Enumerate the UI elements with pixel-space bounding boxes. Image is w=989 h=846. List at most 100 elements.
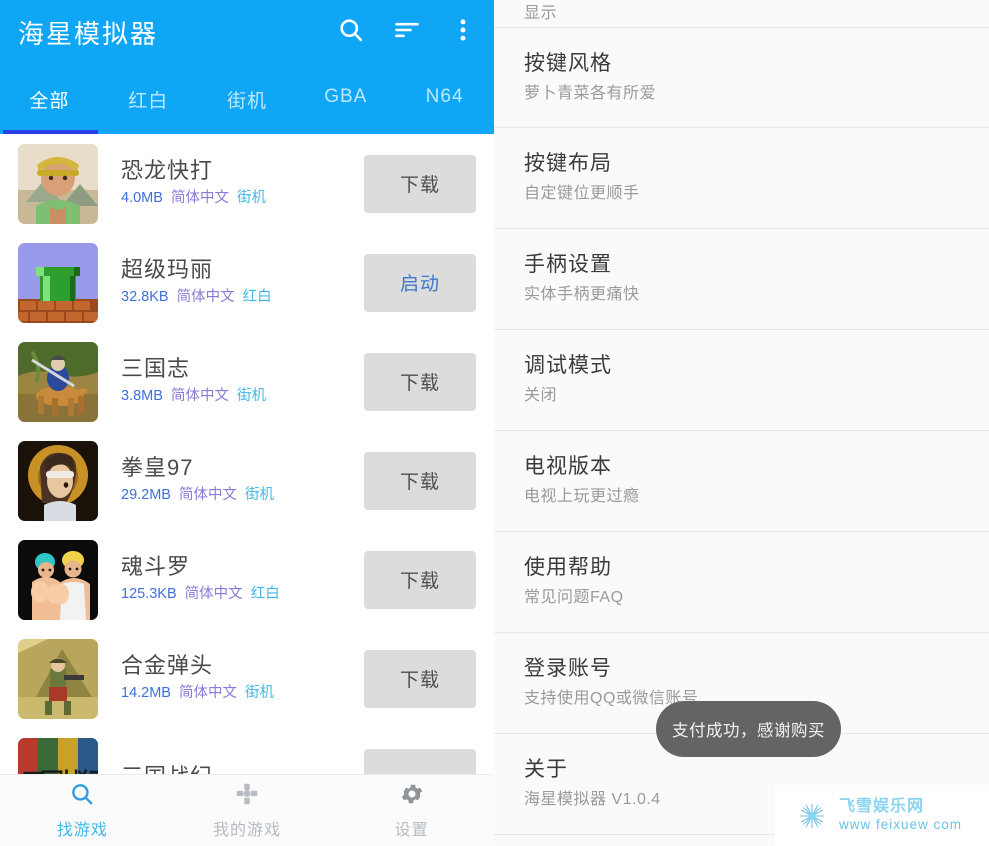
download-button[interactable]: 下载 bbox=[364, 451, 476, 510]
sort-icon[interactable] bbox=[390, 13, 424, 47]
launch-button[interactable]: 启动 bbox=[364, 253, 476, 312]
game-language: 简体中文 bbox=[170, 190, 229, 206]
nav-item-find-games[interactable]: 找游戏 bbox=[0, 775, 165, 846]
tab-all[interactable]: 全部 bbox=[0, 76, 99, 134]
game-platform: 街机 bbox=[245, 685, 275, 701]
game-size: 32.8KB bbox=[121, 289, 169, 305]
list-item[interactable]: 显示 bbox=[494, 0, 989, 28]
tab-arcade[interactable]: 街机 bbox=[198, 76, 297, 134]
table-row[interactable]: 三国志 3.8MB 简体中文 街机 下载 bbox=[0, 332, 494, 431]
game-meta: 125.3KB 简体中文 红白 bbox=[121, 583, 364, 605]
gamepad-icon bbox=[234, 781, 260, 812]
download-button[interactable]: 下载 bbox=[364, 649, 476, 708]
watermark-url: www feixuew com bbox=[839, 817, 963, 833]
setting-subtitle: 自定键位更顺手 bbox=[524, 185, 640, 202]
list-item[interactable]: 电视版本 电视上玩更过瘾 bbox=[494, 431, 989, 532]
game-size: 125.3KB bbox=[121, 586, 177, 602]
watermark-site-name: 飞雪娱乐网 bbox=[839, 798, 925, 816]
page-title: 海星模拟器 bbox=[18, 19, 159, 49]
game-thumbnail-sanguo bbox=[18, 341, 98, 422]
app-bar: 海星模拟器 全部 红白 街机 GBA N64 bbox=[0, 0, 494, 134]
game-language: 简体中文 bbox=[184, 586, 243, 602]
table-row[interactable]: 魂斗罗 125.3KB 简体中文 红白 下载 bbox=[0, 530, 494, 629]
list-item[interactable]: 按键风格 萝卜青菜各有所爱 bbox=[494, 28, 989, 128]
game-language: 简体中文 bbox=[170, 388, 229, 404]
setting-subtitle: 萝卜青菜各有所爱 bbox=[524, 84, 657, 102]
game-platform: 街机 bbox=[245, 487, 275, 503]
game-info: 恐龙快打 4.0MB 简体中文 街机 bbox=[98, 156, 364, 211]
setting-subtitle: 常见问题FAQ bbox=[524, 589, 624, 606]
download-button[interactable]: 下载 bbox=[364, 550, 476, 609]
nav-item-settings[interactable]: 设置 bbox=[329, 775, 494, 846]
game-meta: 3.8MB 简体中文 街机 bbox=[121, 385, 364, 407]
game-thumbnail-dino bbox=[18, 143, 98, 224]
game-info: 三国志 3.8MB 简体中文 街机 bbox=[98, 354, 364, 409]
nav-item-my-games[interactable]: 我的游戏 bbox=[165, 775, 330, 846]
game-platform: 街机 bbox=[236, 388, 266, 404]
game-size: 14.2MB bbox=[121, 685, 171, 701]
app-bar-actions bbox=[334, 13, 480, 47]
setting-title: 电视版本 bbox=[524, 455, 612, 478]
overflow-menu-icon[interactable] bbox=[446, 13, 480, 47]
game-language: 简体中文 bbox=[179, 685, 238, 701]
game-size: 29.2MB bbox=[121, 487, 171, 503]
setting-title: 登录账号 bbox=[524, 657, 612, 680]
game-title: 三国志 bbox=[121, 356, 191, 381]
setting-title: 按键风格 bbox=[524, 51, 612, 75]
setting-title: 调试模式 bbox=[524, 354, 612, 377]
setting-subtitle: 实体手柄更痛快 bbox=[524, 286, 640, 303]
list-item[interactable]: 使用帮助 常见问题FAQ bbox=[494, 532, 989, 633]
search-icon[interactable] bbox=[334, 13, 368, 47]
snowflake-logo-icon bbox=[789, 795, 831, 837]
tab-gba[interactable]: GBA bbox=[296, 76, 395, 134]
table-row[interactable]: 超级玛丽 32.8KB 简体中文 红白 启动 bbox=[0, 233, 494, 332]
game-browser-panel: 海星模拟器 全部 红白 街机 GBA N64 恐龙快打 4.0MB 简体中文 街… bbox=[0, 0, 494, 846]
game-language: 简体中文 bbox=[176, 289, 235, 305]
game-title: 拳皇97 bbox=[121, 455, 194, 480]
bottom-navigation: 找游戏 我的游戏 设置 bbox=[0, 774, 494, 846]
game-platform: 街机 bbox=[236, 190, 266, 206]
setting-subtitle: 显示 bbox=[524, 5, 558, 22]
nav-label: 找游戏 bbox=[56, 822, 108, 839]
setting-title: 使用帮助 bbox=[524, 556, 612, 579]
nav-label: 设置 bbox=[394, 822, 429, 839]
table-row[interactable]: 合金弹头 14.2MB 简体中文 街机 下载 bbox=[0, 629, 494, 728]
table-row[interactable]: 恐龙快打 4.0MB 简体中文 街机 下载 bbox=[0, 134, 494, 233]
game-thumbnail-kof bbox=[18, 440, 98, 521]
game-info: 合金弹头 14.2MB 简体中文 街机 bbox=[98, 651, 364, 706]
tab-fc[interactable]: 红白 bbox=[99, 76, 198, 134]
setting-subtitle: 电视上玩更过瘾 bbox=[524, 488, 640, 505]
list-item[interactable]: 调试模式 关闭 bbox=[494, 330, 989, 431]
list-item[interactable]: 按键布局 自定键位更顺手 bbox=[494, 128, 989, 229]
download-button[interactable]: 下载 bbox=[364, 352, 476, 411]
game-thumbnail-mario bbox=[18, 242, 98, 323]
download-button[interactable]: 下载 bbox=[364, 154, 476, 213]
game-meta: 14.2MB 简体中文 街机 bbox=[121, 682, 364, 704]
site-watermark: 飞雪娱乐网 www feixuew com bbox=[775, 785, 989, 846]
watermark-text: 飞雪娱乐网 www feixuew com bbox=[839, 799, 962, 832]
category-tabs: 全部 红白 街机 GBA N64 bbox=[0, 76, 494, 134]
app-bar-top: 海星模拟器 bbox=[0, 0, 494, 66]
game-thumbnail-metalslug bbox=[18, 638, 98, 719]
game-info: 超级玛丽 32.8KB 简体中文 红白 bbox=[98, 255, 364, 310]
list-item[interactable]: 手柄设置 实体手柄更痛快 bbox=[494, 229, 989, 330]
setting-title: 关于 bbox=[524, 758, 568, 781]
game-title: 魂斗罗 bbox=[121, 554, 191, 579]
game-list[interactable]: 恐龙快打 4.0MB 简体中文 街机 下载 超级玛丽 32.8KB 简体中文 红… bbox=[0, 134, 494, 846]
search-icon bbox=[69, 781, 95, 812]
app-screenshot: 海星模拟器 全部 红白 街机 GBA N64 恐龙快打 4.0MB 简体中文 街… bbox=[0, 0, 989, 846]
game-title: 合金弹头 bbox=[121, 653, 214, 678]
game-title: 恐龙快打 bbox=[121, 158, 214, 183]
table-row[interactable]: 拳皇97 29.2MB 简体中文 街机 下载 bbox=[0, 431, 494, 530]
nav-label: 我的游戏 bbox=[213, 822, 282, 839]
game-title: 超级玛丽 bbox=[121, 257, 214, 282]
settings-panel: 显示 按键风格 萝卜青菜各有所爱 按键布局 自定键位更顺手 手柄设置 实体手柄更… bbox=[494, 0, 989, 846]
game-meta: 4.0MB 简体中文 街机 bbox=[121, 187, 364, 209]
game-size: 4.0MB bbox=[121, 190, 163, 206]
toast-message: 支付成功，感谢购买 bbox=[656, 701, 841, 757]
game-meta: 29.2MB 简体中文 街机 bbox=[121, 484, 364, 506]
tab-n64[interactable]: N64 bbox=[395, 76, 494, 134]
setting-title: 按键布局 bbox=[524, 152, 612, 175]
gear-icon bbox=[399, 781, 425, 812]
game-thumbnail-contra bbox=[18, 539, 98, 620]
